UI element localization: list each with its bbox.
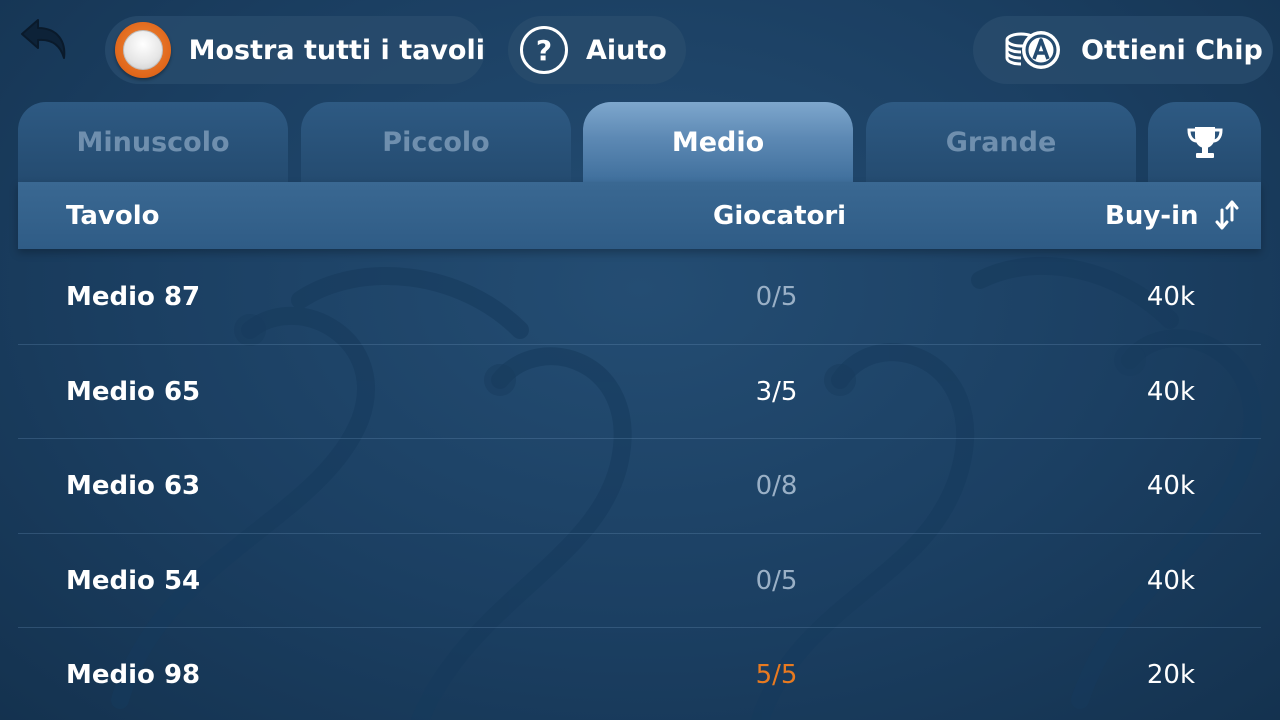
toggle-icon [115, 22, 171, 78]
column-header-table[interactable]: Tavolo [66, 182, 160, 249]
players-count: 0/8 [755, 471, 798, 501]
show-all-tables-toggle[interactable]: Mostra tutti i tavoli [105, 16, 485, 84]
back-button[interactable] [14, 10, 74, 70]
table-row[interactable]: Medio 87 0/5 40k [18, 250, 1261, 345]
players-count: 3/5 [755, 376, 798, 407]
table-name: Medio 98 [66, 660, 201, 690]
tab-label: Piccolo [382, 126, 490, 158]
help-button[interactable]: ? Aiuto [508, 16, 686, 84]
get-chips-label: Ottieni Chip [1081, 34, 1263, 66]
tab-label: Minuscolo [76, 126, 230, 158]
table-name: Medio 65 [66, 376, 201, 407]
table-list: Medio 87 0/5 40k Medio 65 3/5 40k Medio … [18, 250, 1261, 720]
back-arrow-icon [21, 19, 66, 59]
tab-label: Medio [671, 126, 765, 158]
buyin-amount: 40k [1146, 565, 1195, 596]
tab-tournaments[interactable] [1148, 102, 1261, 182]
table-name: Medio 87 [66, 282, 201, 312]
get-chips-button[interactable]: Ottieni Chip [973, 16, 1273, 84]
tab-grande[interactable]: Grande [866, 102, 1136, 182]
toggle-knob [122, 30, 163, 70]
table-name: Medio 54 [66, 565, 201, 596]
buyin-amount: 40k [1146, 471, 1195, 501]
buyin-amount: 40k [1146, 376, 1195, 407]
table-header: Tavolo Giocatori Buy-in [18, 182, 1261, 249]
tab-label: Grande [945, 126, 1057, 158]
tab-piccolo[interactable]: Piccolo [301, 102, 571, 182]
question-mark-icon: ? [520, 26, 568, 74]
players-count: 0/5 [755, 282, 798, 312]
buyin-amount: 20k [1146, 660, 1195, 690]
tab-medio[interactable]: Medio [583, 102, 853, 182]
players-count: 5/5 [755, 660, 798, 690]
sort-arrows-icon[interactable] [1214, 200, 1240, 230]
top-bar: Mostra tutti i tavoli ? Aiuto Ottieni Ch… [0, 0, 1280, 100]
stake-tabs: Minuscolo Piccolo Medio Grande [0, 102, 1280, 184]
trophy-icon [1186, 127, 1223, 158]
table-row[interactable]: Medio 98 5/5 20k [18, 628, 1261, 720]
column-header-players[interactable]: Giocatori [713, 182, 846, 249]
table-row[interactable]: Medio 65 3/5 40k [18, 345, 1261, 439]
help-label: Aiuto [586, 34, 667, 66]
table-name: Medio 63 [66, 471, 201, 501]
column-header-buyin[interactable]: Buy-in [1105, 182, 1199, 249]
show-all-tables-label: Mostra tutti i tavoli [188, 34, 485, 66]
tab-minuscolo[interactable]: Minuscolo [18, 102, 288, 182]
table-row[interactable]: Medio 54 0/5 40k [18, 534, 1261, 628]
table-row[interactable]: Medio 63 0/8 40k [18, 439, 1261, 534]
buyin-amount: 40k [1146, 282, 1195, 312]
chips-stack-icon [1003, 25, 1063, 75]
players-count: 0/5 [755, 565, 798, 596]
